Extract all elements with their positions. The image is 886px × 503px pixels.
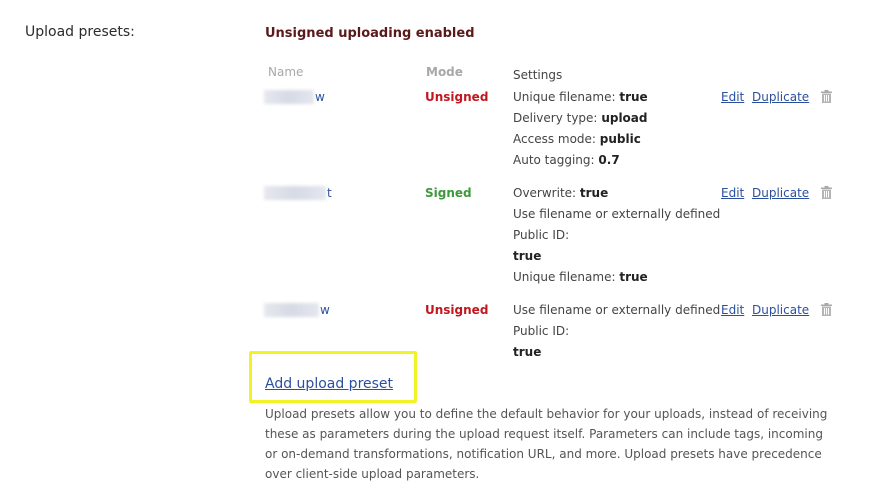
trash-icon[interactable] [821, 186, 832, 199]
setting-line: Unique filename: true [513, 270, 648, 284]
preset-name-link[interactable]: t [264, 186, 332, 200]
redacted-name [264, 90, 314, 104]
setting-line: Access mode: public [513, 132, 641, 146]
preset-settings: Overwrite: true Use filename or external… [513, 183, 720, 288]
preset-name-suffix: t [327, 186, 332, 200]
add-upload-preset-link[interactable]: Add upload preset [265, 376, 393, 392]
setting-line: Public ID: [513, 228, 570, 242]
trash-icon[interactable] [821, 303, 832, 316]
duplicate-link[interactable]: Duplicate [752, 90, 809, 104]
preset-name-suffix: w [315, 90, 325, 104]
preset-name-link[interactable]: w [264, 303, 330, 317]
unsigned-uploading-status: Unsigned uploading enabled [265, 26, 475, 41]
column-header-settings: Settings [513, 68, 563, 82]
upload-presets-help-text: Upload presets allow you to define the d… [265, 407, 828, 481]
setting-line: true [513, 249, 542, 263]
setting-line: Overwrite: true [513, 186, 609, 200]
preset-name-suffix: w [320, 303, 330, 317]
preset-settings: Unique filename: true Delivery type: upl… [513, 87, 648, 171]
redacted-name [264, 186, 326, 200]
setting-line: Delivery type: upload [513, 111, 648, 125]
setting-line: Use filename or externally defined [513, 303, 721, 317]
duplicate-link[interactable]: Duplicate [752, 303, 809, 317]
setting-line: Use filename or externally defined [513, 207, 721, 221]
setting-line: true [513, 345, 542, 359]
preset-mode: Signed [425, 186, 472, 200]
edit-link[interactable]: Edit [721, 186, 744, 200]
edit-link[interactable]: Edit [721, 303, 744, 317]
duplicate-link[interactable]: Duplicate [752, 186, 809, 200]
setting-line: Auto tagging: 0.7 [513, 153, 620, 167]
column-header-name: Name [268, 65, 304, 79]
redacted-name [264, 303, 319, 317]
column-header-mode: Mode [426, 65, 463, 79]
edit-link[interactable]: Edit [721, 90, 744, 104]
preset-name-link[interactable]: w [264, 90, 325, 104]
preset-mode: Unsigned [425, 303, 489, 317]
upload-presets-label: Upload presets: [25, 24, 135, 40]
trash-icon[interactable] [821, 90, 832, 103]
setting-line: Public ID: [513, 324, 570, 338]
setting-line: Unique filename: true [513, 90, 648, 104]
preset-mode: Unsigned [425, 90, 489, 104]
preset-settings: Use filename or externally defined Publi… [513, 300, 720, 363]
